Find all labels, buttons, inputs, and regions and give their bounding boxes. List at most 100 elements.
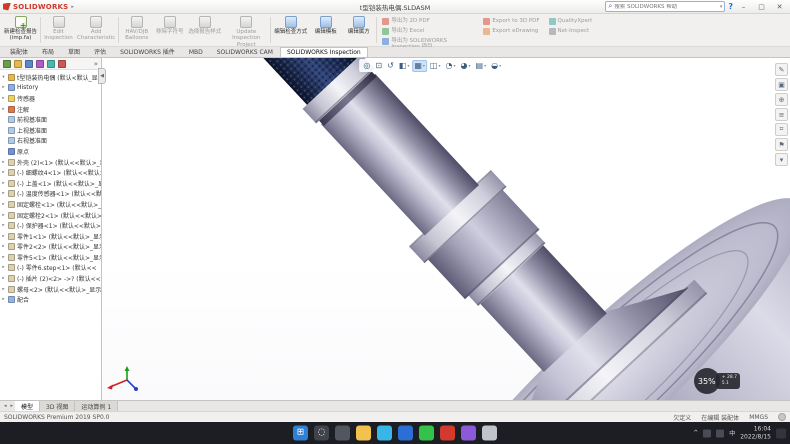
tab-layout[interactable]: 布局 [35, 45, 61, 57]
tree-item-part5[interactable]: ▸零件5<1> (默认<<默认>_显示状 [1, 252, 101, 263]
doctab-3d-views[interactable]: 3D 视图 [40, 401, 75, 411]
tree-item-right-plane[interactable]: 右视基准面 [1, 136, 101, 147]
ribbon-button-edit-inspection-method[interactable]: 编辑检查方式 [272, 15, 309, 45]
apply-scene-button[interactable]: ▤▾ [474, 60, 489, 72]
ribbon-button-add-edit-balloons[interactable]: HAV/DJB Balloons [120, 15, 153, 45]
ribbon-button-export-edrawing[interactable]: Export eDrawing [483, 28, 539, 35]
tree-item-sensor-folder[interactable]: ▸传感器 [1, 93, 101, 104]
ribbon-button-new-inspection-report[interactable]: 新建检查报告 (imp.fa) [2, 15, 39, 45]
ribbon-button-export-3d-pdf[interactable]: Export to 3D PDF [483, 18, 539, 25]
markup-button[interactable]: ▣ [775, 78, 788, 91]
tree-item-history[interactable]: ▸History [1, 83, 101, 94]
zoom-fit-button[interactable]: ◎ [361, 60, 372, 72]
tab-cam[interactable]: SOLIDWORKS CAM [210, 47, 280, 57]
measure-button[interactable]: ⌗ [775, 123, 788, 136]
close-button[interactable]: ✕ [772, 3, 787, 11]
maximize-button[interactable]: ▢ [754, 3, 769, 11]
tab-assembly[interactable]: 装配体 [3, 45, 35, 57]
tree-item-part6-step[interactable]: ▸(-) 零件6.step<1> (默认<< [1, 263, 101, 274]
tree-item-origin[interactable]: 原点 [1, 146, 101, 157]
tab-evaluate[interactable]: 评估 [87, 45, 113, 57]
tree-item-front-plane[interactable]: 前视基准面 [1, 114, 101, 125]
tree-item-nut[interactable]: ▸螺母<2> (默认<<默认>_显示状 [1, 284, 101, 295]
ribbon-button-edit-inspection[interactable]: Edit Inspection [42, 15, 75, 45]
ribbon-button-add-characteristic[interactable]: Add Characteristic [75, 15, 117, 45]
tree-item-thread[interactable]: ▸(-) 细螺纹4<1> (默认<<默认>_显 [1, 167, 101, 178]
tree-item-shell[interactable]: ▸外壳 (2)<1> (默认<<默认>_显示状 [1, 157, 101, 168]
taskbar-search-icon[interactable]: ◌ [314, 426, 329, 441]
view-settings-button[interactable]: ◒▾ [489, 60, 503, 72]
configurationmanager-tab[interactable] [25, 60, 33, 68]
panel-collapse-handle[interactable]: ◀ [98, 68, 106, 84]
minimize-button[interactable]: – [736, 3, 751, 11]
ribbon-button-net-inspect[interactable]: Net-Inspect [549, 28, 593, 35]
tree-item-mates[interactable]: ▸配合 [1, 294, 101, 305]
flag-button[interactable]: ⚑ [775, 138, 788, 151]
ribbon-button-export-2d-pdf[interactable]: 导出为 2D PDF [382, 18, 474, 25]
ribbon-button-export-excel[interactable]: 导出为 Excel [382, 28, 474, 35]
featuremanager-tab[interactable] [3, 60, 11, 68]
ribbon-button-select-report-template[interactable]: 选择报告样式 [186, 15, 223, 45]
help-button[interactable]: ? [728, 2, 733, 11]
taskbar-settings-app-icon[interactable] [482, 426, 497, 441]
tree-item-annotations[interactable]: ▸注解 [1, 104, 101, 115]
comment-button[interactable]: ✎ [775, 63, 788, 76]
taskbar-wechat-icon[interactable] [419, 426, 434, 441]
tab-addins[interactable]: SOLIDWORKS 插件 [113, 45, 182, 57]
taskbar-office-icon[interactable] [461, 426, 476, 441]
ribbon-button-update-inspection-project[interactable]: Update Inspection Project [223, 15, 269, 45]
taskbar-start-icon[interactable]: ⊞ [293, 426, 308, 441]
ribbon-button-qualityxpert[interactable]: QualityXpert [549, 18, 593, 25]
tray-chevron-icon[interactable]: ^ [693, 430, 698, 437]
tree-item-root[interactable]: ▾t型铠装热电偶 (默认<默认_显示状态-1 [1, 72, 101, 83]
ribbon-button-remove-balloons[interactable]: 移除字符号 [153, 15, 186, 45]
hide-show-items-button[interactable]: ◔▾ [444, 60, 458, 72]
tree-item-part2[interactable]: ▸零件2<2> (默认<<默认>_显示 [1, 242, 101, 253]
tree-item-part1[interactable]: ▸零件1<1> (默认<<默认>_显示状 [1, 231, 101, 242]
taskbar-browser-icon[interactable] [398, 426, 413, 441]
volume-icon[interactable] [716, 429, 724, 437]
notification-bell-icon[interactable] [776, 428, 786, 438]
tab-inspection[interactable]: SOLIDWORKS Inspection [280, 47, 368, 57]
doctab-motion-study-1[interactable]: 运动算例 1 [75, 401, 118, 411]
tree-item-insert[interactable]: ▸(-) 插片 (2)<2> ->? (默认<<默认 [1, 273, 101, 284]
zoom-area-button[interactable]: ⊡ [373, 60, 384, 72]
doctab-model[interactable]: 模型 [15, 401, 40, 411]
network-icon[interactable] [703, 429, 711, 437]
menu-expand-icon[interactable]: ▸ [71, 4, 74, 10]
ime-indicator[interactable]: 中 [729, 429, 735, 438]
tree-item-temp-sensor[interactable]: ▸(-) 温度传感器<1> (默认<<默认> [1, 189, 101, 200]
edit-appearance-button[interactable]: ◕▾ [459, 60, 473, 72]
tree-item-fix-bolt2[interactable]: ▸固定螺栓2<1> (默认<<默认>_ [1, 210, 101, 221]
search-input[interactable] [614, 4, 718, 10]
inspectionmanager-tab[interactable] [58, 60, 66, 68]
dimxpertmanager-tab[interactable] [36, 60, 44, 68]
taskbar-file-explorer-icon[interactable] [356, 426, 371, 441]
propertymanager-tab[interactable] [14, 60, 22, 68]
tree-item-top-plane[interactable]: 上视基准面 [1, 125, 101, 136]
taskbar-solidworks-icon[interactable] [440, 426, 455, 441]
model-canvas[interactable] [102, 58, 790, 400]
note-button[interactable]: ≡ [775, 108, 788, 121]
previous-view-button[interactable]: ↺ [385, 60, 396, 72]
search-chevron-down-icon[interactable]: ▾ [720, 4, 723, 10]
panel-chevron-icon[interactable]: » [94, 60, 98, 68]
help-search-box[interactable]: ⌕ ▾ [605, 1, 725, 12]
graphics-viewport[interactable]: ◎⊡↺◧▾▦▾◫▾◔▾◕▾▤▾◒▾ ✎▣⊕≡⌗⚑▾ 35% + 28.7 5.1 [102, 58, 790, 400]
tree-item-fix-bolt[interactable]: ▸固定螺栓<1> (默认<<默认>_显示状 [1, 199, 101, 210]
taskbar-task-view-icon[interactable] [335, 426, 350, 441]
stamp-button[interactable]: ⊕ [775, 93, 788, 106]
solidworks-logo[interactable]: SOLIDWORKS ▸ [3, 3, 74, 11]
tab-mbd[interactable]: MBD [182, 47, 210, 57]
tree-item-protector[interactable]: ▸(-) 保护器<1> (默认<<默认>_显 [1, 220, 101, 231]
status-customize-icon[interactable] [778, 413, 786, 421]
tab-sketch[interactable]: 草图 [61, 45, 87, 57]
displaymanager-tab[interactable] [47, 60, 55, 68]
taskbar-edge-icon[interactable] [377, 426, 392, 441]
section-view-button[interactable]: ◧▾ [397, 60, 412, 72]
display-style-button[interactable]: ◫▾ [428, 60, 443, 72]
ribbon-button-edit-template[interactable]: 编辑模板 [309, 15, 342, 45]
view-orientation-button[interactable]: ▦▾ [412, 60, 427, 72]
ribbon-button-edit-properties[interactable]: 编辑属方 [342, 15, 375, 45]
more-tools-button[interactable]: ▾ [775, 153, 788, 166]
